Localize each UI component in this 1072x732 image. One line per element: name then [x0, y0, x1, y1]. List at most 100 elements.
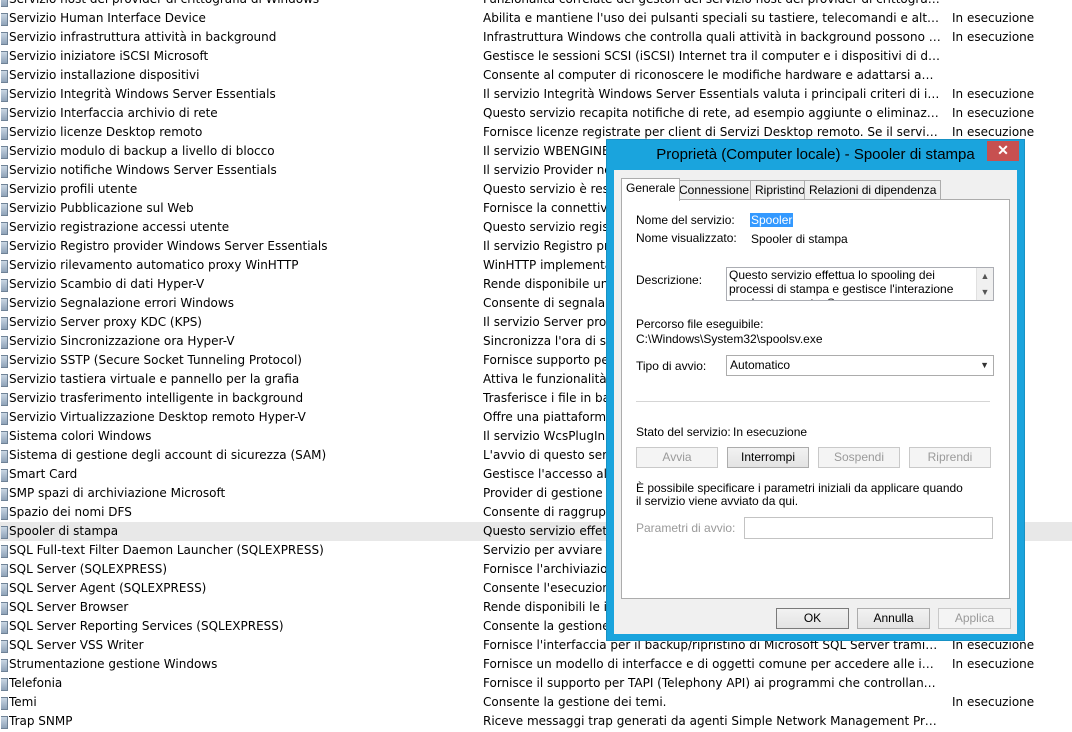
description-textbox[interactable]: Questo servizio effettua lo spooling dei…	[726, 267, 994, 301]
service-name: Servizio Interfaccia archivio di rete	[9, 106, 218, 120]
service-gear-icon	[1, 127, 8, 140]
pause-button[interactable]: Sospendi	[818, 447, 900, 468]
service-description: Fornisce il supporto per TAPI (Telephony…	[483, 676, 941, 690]
service-row[interactable]: Trap SNMP Riceve messaggi trap generati d…	[0, 712, 1072, 731]
dialog-client-area: Generale Connessione Ripristino Relazion…	[614, 170, 1017, 634]
service-row[interactable]: Servizio Human Interface Device Abilita e…	[0, 9, 1072, 28]
service-name: SQL Server VSS Writer	[9, 638, 144, 652]
service-status: In esecuzione	[952, 657, 1035, 671]
service-row[interactable]: Servizio infrastruttura attività in back…	[0, 28, 1072, 47]
service-name: Sistema colori Windows	[9, 429, 152, 443]
ok-button[interactable]: OK	[776, 608, 849, 629]
service-name: Servizio Human Interface Device	[9, 11, 206, 25]
service-name: Servizio modulo di backup a livello di b…	[9, 144, 275, 158]
service-row[interactable]: Servizio Interfaccia archivio di rete Que…	[0, 104, 1072, 123]
service-name: Spazio dei nomi DFS	[9, 505, 132, 519]
separator	[636, 401, 990, 403]
scroll-down-icon[interactable]: ▼	[977, 284, 993, 300]
service-name: SQL Full-text Filter Daemon Launcher (SQ…	[9, 543, 324, 557]
startup-type-label: Tipo di avvio:	[636, 359, 707, 373]
service-gear-icon	[1, 0, 8, 7]
resume-button[interactable]: Riprendi	[909, 447, 991, 468]
service-gear-icon	[1, 469, 8, 482]
service-gear-icon	[1, 659, 8, 672]
service-gear-icon	[1, 13, 8, 26]
stop-button[interactable]: Interrompi	[727, 447, 809, 468]
service-name: Servizio iniziatore iSCSI Microsoft	[9, 49, 209, 63]
apply-button[interactable]: Applica	[938, 608, 1011, 629]
service-name: Servizio SSTP (Secure Socket Tunneling P…	[9, 353, 302, 367]
tab-generale[interactable]: Generale	[621, 178, 681, 201]
cancel-button[interactable]: Annulla	[857, 608, 930, 629]
service-name-label: Nome del servizio:	[636, 213, 735, 227]
tab-ripristino[interactable]: Ripristino	[750, 180, 811, 200]
service-name: Servizio registrazione accessi utente	[9, 220, 230, 234]
service-name-value[interactable]: Spooler	[750, 213, 794, 227]
service-gear-icon	[1, 374, 8, 387]
service-row[interactable]: Servizio host del provider di crittograf…	[0, 0, 1072, 9]
service-gear-icon	[1, 317, 8, 330]
service-gear-icon	[1, 89, 8, 102]
tab-panel-generale: Nome del servizio: Spooler Nome visualiz…	[621, 199, 1010, 599]
service-gear-icon	[1, 602, 8, 615]
start-params-hint: È possibile specificare i parametri iniz…	[636, 481, 963, 508]
tab-connessione[interactable]: Connessione	[674, 180, 755, 200]
tab-relazioni-dipendenza[interactable]: Relazioni di dipendenza	[804, 180, 942, 200]
service-name: SQL Server Reporting Services (SQLEXPRES…	[9, 619, 284, 633]
service-name: Servizio Scambio di dati Hyper-V	[9, 277, 205, 291]
start-button[interactable]: Avvia	[636, 447, 718, 468]
dialog-title: Proprietà (Computer locale) - Spooler di…	[656, 146, 975, 163]
service-name: Strumentazione gestione Windows	[9, 657, 218, 671]
service-gear-icon	[1, 184, 8, 197]
service-description: Il servizio Integrità Windows Server Ess…	[483, 87, 941, 101]
service-name: Servizio Integrità Windows Server Essent…	[9, 87, 276, 101]
close-icon[interactable]: ✕	[987, 141, 1019, 161]
service-gear-icon	[1, 583, 8, 596]
service-name: Servizio Server proxy KDC (KPS)	[9, 315, 202, 329]
service-gear-icon	[1, 70, 8, 83]
service-name: Servizio profili utente	[9, 182, 138, 196]
service-gear-icon	[1, 545, 8, 558]
service-name: Trap SNMP	[9, 714, 73, 728]
service-status: In esecuzione	[952, 11, 1035, 25]
service-name: Servizio Pubblicazione sul Web	[9, 201, 194, 215]
service-gear-icon	[1, 450, 8, 463]
service-status: In esecuzione	[952, 30, 1035, 44]
service-row[interactable]: Servizio installazione dispositivi Consen…	[0, 66, 1072, 85]
service-row[interactable]: Servizio iniziatore iSCSI Microsoft Gesti…	[0, 47, 1072, 66]
service-gear-icon	[1, 279, 8, 292]
service-name: Telefonia	[9, 676, 63, 690]
service-gear-icon	[1, 640, 8, 653]
chevron-down-icon[interactable]: ▼	[980, 356, 989, 375]
service-gear-icon	[1, 241, 8, 254]
service-row[interactable]: Telefonia Fornisce il supporto per TAPI (…	[0, 674, 1072, 693]
service-description: Riceve messaggi trap generati da agenti …	[483, 714, 941, 728]
service-gear-icon	[1, 697, 8, 710]
service-description: Infrastruttura Windows che controlla qua…	[483, 30, 941, 44]
service-row[interactable]: Temi Consente la gestione dei temi. In ese…	[0, 693, 1072, 712]
service-name: Servizio infrastruttura attività in back…	[9, 30, 277, 44]
service-row[interactable]: Strumentazione gestione Windows Fornisce …	[0, 655, 1072, 674]
service-status-value: In esecuzione	[733, 425, 808, 439]
service-name: SMP spazi di archiviazione Microsoft	[9, 486, 226, 500]
startup-type-select[interactable]: Automatico ▼	[726, 355, 994, 376]
service-gear-icon	[1, 564, 8, 577]
service-name: Servizio Segnalazione errori Windows	[9, 296, 234, 310]
service-name: Servizio Sincronizzazione ora Hyper-V	[9, 334, 235, 348]
service-row[interactable]: Servizio Integrità Windows Server Essent…	[0, 85, 1072, 104]
service-properties-dialog: Proprietà (Computer locale) - Spooler di…	[606, 139, 1025, 641]
service-gear-icon	[1, 678, 8, 691]
service-description: Questo servizio recapita notifiche di re…	[483, 106, 941, 120]
scroll-up-icon[interactable]: ▲	[977, 268, 993, 284]
description-scrollbar[interactable]: ▲ ▼	[976, 268, 993, 300]
service-gear-icon	[1, 108, 8, 121]
service-name: Servizio trasferimento intelligente in b…	[9, 391, 304, 405]
start-params-input[interactable]	[744, 517, 993, 539]
service-description: Funzionalità correlate dei gestori del s…	[483, 0, 941, 9]
service-gear-icon	[1, 51, 8, 64]
service-gear-icon	[1, 165, 8, 178]
service-status: In esecuzione	[952, 106, 1035, 120]
display-name-value[interactable]: Spooler di stampa	[751, 232, 848, 246]
service-name: SQL Server Browser	[9, 600, 129, 614]
exe-path-value: C:\Windows\System32\spoolsv.exe	[636, 332, 823, 346]
